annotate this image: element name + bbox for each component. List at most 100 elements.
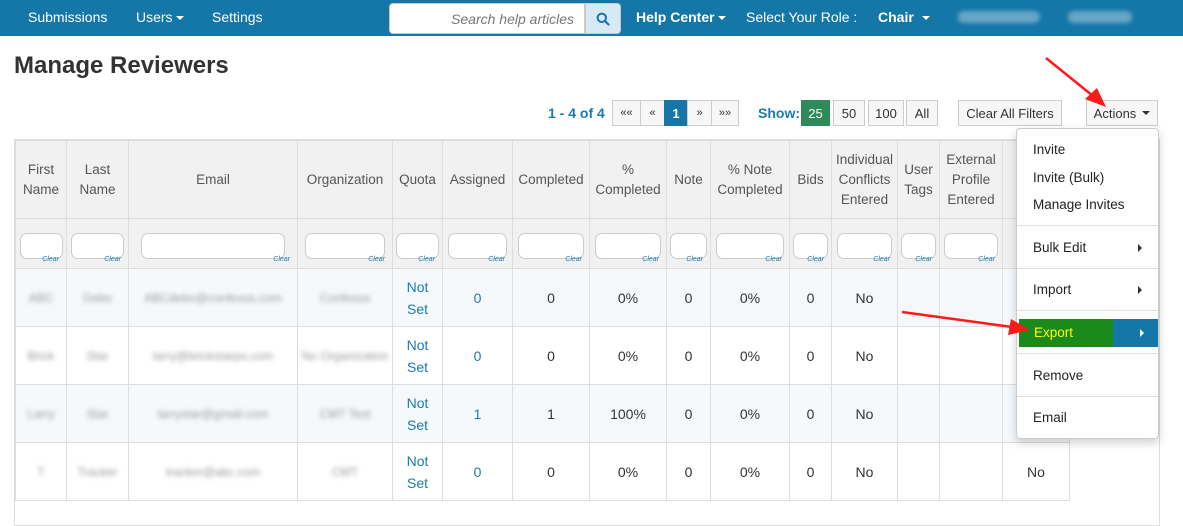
nav-users[interactable]: Users [136, 9, 184, 25]
quota-link-text[interactable]: Not Set [403, 450, 433, 494]
blurred-user-menu[interactable] [1068, 11, 1132, 23]
nav-settings[interactable]: Settings [212, 9, 263, 25]
conflicts-cell: No [831, 442, 898, 501]
user-tags-cell [897, 442, 940, 501]
clear-filter-link[interactable]: Clear [686, 256, 703, 263]
first-name-cell-text: T [37, 465, 45, 479]
header-organization[interactable]: Organization [297, 140, 393, 219]
header-pct-note-completed[interactable]: % Note Completed [710, 140, 790, 219]
clear-filter-link[interactable]: Clear [368, 256, 385, 263]
search-input[interactable] [389, 3, 585, 34]
table-row: Larry Star larrystar@gmail.com CMT Test Not … [15, 384, 1070, 443]
assigned-link-text[interactable]: 0 [474, 464, 482, 480]
header-note[interactable]: Note [666, 140, 711, 219]
filter-input-pct-note-completed[interactable] [716, 232, 784, 259]
organization-cell-text: No Organization [301, 349, 389, 363]
filter-input-completed[interactable] [518, 232, 584, 259]
filter-input-assigned[interactable] [447, 232, 508, 259]
next-page-button[interactable]: » [687, 100, 712, 126]
clear-all-filters-button[interactable]: Clear All Filters [958, 100, 1062, 126]
header-completed[interactable]: Completed [512, 140, 590, 219]
search-button[interactable] [585, 3, 621, 34]
clear-filter-link[interactable]: Clear [488, 256, 505, 263]
menu-item-remove[interactable]: Remove [1017, 368, 1158, 383]
clear-filter-link[interactable]: Clear [42, 256, 59, 263]
clear-filter-link[interactable]: Clear [807, 256, 824, 263]
prev-page-button[interactable]: « [640, 100, 665, 126]
filter-input-last-name[interactable] [71, 232, 124, 259]
bids-cell: 0 [789, 268, 832, 327]
header-email[interactable]: Email [128, 140, 298, 219]
assigned-link[interactable]: 0 [442, 268, 513, 327]
header-last-name[interactable]: Last Name [66, 140, 129, 219]
organization-cell-text: CMT Test [319, 407, 371, 421]
assigned-link-text[interactable]: 0 [474, 348, 482, 364]
header-pct-completed[interactable]: % Completed [589, 140, 667, 219]
filter-input-email[interactable] [140, 232, 286, 259]
filter-input-individual-conflicts[interactable] [836, 232, 893, 259]
show-100-button[interactable]: 100 [868, 100, 904, 126]
menu-item-invite-bulk[interactable]: Invite (Bulk) [1017, 170, 1158, 185]
filter-input-organization[interactable] [304, 232, 386, 259]
menu-item-import[interactable]: Import [1017, 282, 1158, 298]
show-25-button[interactable]: 25 [801, 100, 830, 126]
header-bids[interactable]: Bids [789, 140, 832, 219]
assigned-link[interactable]: 1 [442, 384, 513, 443]
quota-link[interactable]: Not Set [392, 268, 443, 327]
s-cell-text: No [1027, 463, 1045, 480]
header-first-name[interactable]: First Name [15, 140, 67, 219]
filter-input-external-profile[interactable] [944, 232, 998, 259]
blurred-nav-item[interactable] [958, 11, 1040, 23]
clear-filter-link[interactable]: Clear [418, 256, 435, 263]
assigned-link[interactable]: 0 [442, 442, 513, 501]
clear-filter-link[interactable]: Clear [978, 256, 995, 263]
assigned-link[interactable]: 0 [442, 326, 513, 385]
filter-cell-organization: Clear [297, 218, 393, 269]
quota-link-text[interactable]: Not Set [403, 392, 433, 436]
clear-filter-link[interactable]: Clear [565, 256, 582, 263]
filter-input-bids[interactable] [792, 232, 829, 259]
clear-filter-link[interactable]: Clear [642, 256, 659, 263]
last-page-button[interactable]: »» [711, 100, 739, 126]
menu-item-invite[interactable]: Invite [1017, 142, 1158, 157]
quota-link[interactable]: Not Set [392, 326, 443, 385]
nav-help-center[interactable]: Help Center [636, 9, 726, 25]
filter-input-first-name[interactable] [19, 232, 63, 259]
show-50-button[interactable]: 50 [833, 100, 865, 126]
menu-item-bulk-edit[interactable]: Bulk Edit [1017, 240, 1158, 256]
quota-link[interactable]: Not Set [392, 384, 443, 443]
bids-cell-text: 0 [806, 289, 815, 306]
header-user-tags[interactable]: User Tags [897, 140, 940, 219]
actions-button[interactable]: Actions [1086, 100, 1158, 126]
filter-input-note[interactable] [670, 232, 707, 259]
filter-input-pct-completed[interactable] [595, 232, 661, 259]
conflicts-cell-text: No [855, 289, 874, 306]
menu-item-manage-invites[interactable]: Manage Invites [1017, 197, 1158, 212]
header-external-profile[interactable]: External Profile Entered [939, 140, 1003, 219]
role-dropdown[interactable]: Chair [878, 9, 930, 25]
assigned-link-text[interactable]: 0 [474, 290, 482, 306]
header-assigned[interactable]: Assigned [442, 140, 513, 219]
export-label: Export [1034, 325, 1074, 340]
organization-cell: No Organization [297, 326, 393, 385]
header-quota[interactable]: Quota [392, 140, 443, 219]
filter-input-user-tags[interactable] [900, 232, 937, 259]
first-page-button[interactable]: «« [612, 100, 641, 126]
menu-item-email[interactable]: Email [1017, 410, 1158, 425]
quota-link-text[interactable]: Not Set [403, 276, 433, 320]
clear-filter-link[interactable]: Clear [273, 256, 290, 263]
filter-input-quota[interactable] [396, 232, 439, 259]
clear-filter-link[interactable]: Clear [765, 256, 782, 263]
header-individual-conflicts[interactable]: Individual Conflicts Entered [831, 140, 898, 219]
clear-filter-link[interactable]: Clear [873, 256, 890, 263]
nav-submissions[interactable]: Submissions [28, 9, 107, 25]
assigned-link-text[interactable]: 1 [474, 406, 482, 422]
quota-link-text[interactable]: Not Set [403, 334, 433, 378]
clear-filter-link[interactable]: Clear [915, 256, 932, 263]
show-all-button[interactable]: All [906, 100, 938, 126]
note-cell-text: 0 [684, 347, 693, 364]
quota-link[interactable]: Not Set [392, 442, 443, 501]
page-1-button[interactable]: 1 [664, 100, 688, 126]
clear-filter-link[interactable]: Clear [104, 256, 121, 263]
menu-item-export[interactable]: Export [1019, 319, 1158, 347]
